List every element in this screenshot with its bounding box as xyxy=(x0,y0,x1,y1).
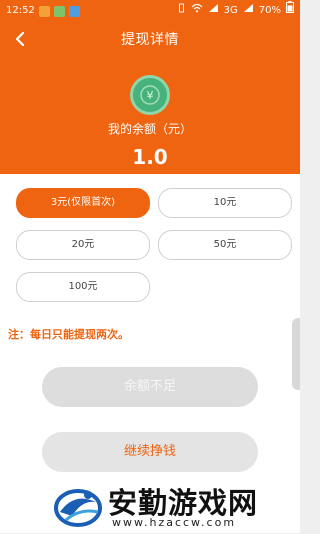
amount-option-50[interactable]: 50元 xyxy=(158,230,292,260)
balance-label: 我的余额（元） xyxy=(107,122,192,136)
balance-value: 1.0 xyxy=(132,145,168,169)
notification-app-icon xyxy=(53,5,65,17)
watermark: 安勤游戏网 www.hzaccw.com xyxy=(0,478,300,533)
watermark-url: www.hzaccw.com xyxy=(112,516,237,529)
amount-option-100[interactable]: 100元 xyxy=(16,272,150,302)
header: 12:52 3G 70% 提现详情 ¥ 我的余额（元） 1.0 xyxy=(0,0,300,174)
side-drawer-handle[interactable] xyxy=(292,318,300,390)
signal-icon xyxy=(208,0,219,22)
insufficient-balance-button[interactable]: 余额不足 xyxy=(42,367,258,407)
nav-bar: 提现详情 xyxy=(0,26,300,54)
vibrate-icon xyxy=(177,0,186,22)
page-title: 提现详情 xyxy=(121,32,179,48)
status-bar: 12:52 3G 70% xyxy=(0,0,300,22)
notification-app-icon xyxy=(68,5,80,17)
wifi-icon xyxy=(191,0,203,22)
amount-option-20[interactable]: 20元 xyxy=(16,230,150,260)
notification-app-icon xyxy=(38,5,50,17)
signal-icon xyxy=(243,0,254,22)
watermark-logo-icon xyxy=(52,482,104,530)
coin-icon: ¥ xyxy=(130,75,170,115)
clock: 12:52 xyxy=(6,5,35,16)
continue-earning-button[interactable]: 继续挣钱 xyxy=(42,432,258,472)
network-type: 3G xyxy=(223,5,238,16)
svg-text:¥: ¥ xyxy=(147,89,154,102)
amount-option-3[interactable]: 3元(仅限首次) xyxy=(16,188,150,218)
withdraw-notice: 注：每日只能提现两次。 xyxy=(8,328,129,341)
amount-option-10[interactable]: 10元 xyxy=(158,188,292,218)
battery-icon xyxy=(286,0,294,22)
battery-level: 70% xyxy=(258,5,281,16)
